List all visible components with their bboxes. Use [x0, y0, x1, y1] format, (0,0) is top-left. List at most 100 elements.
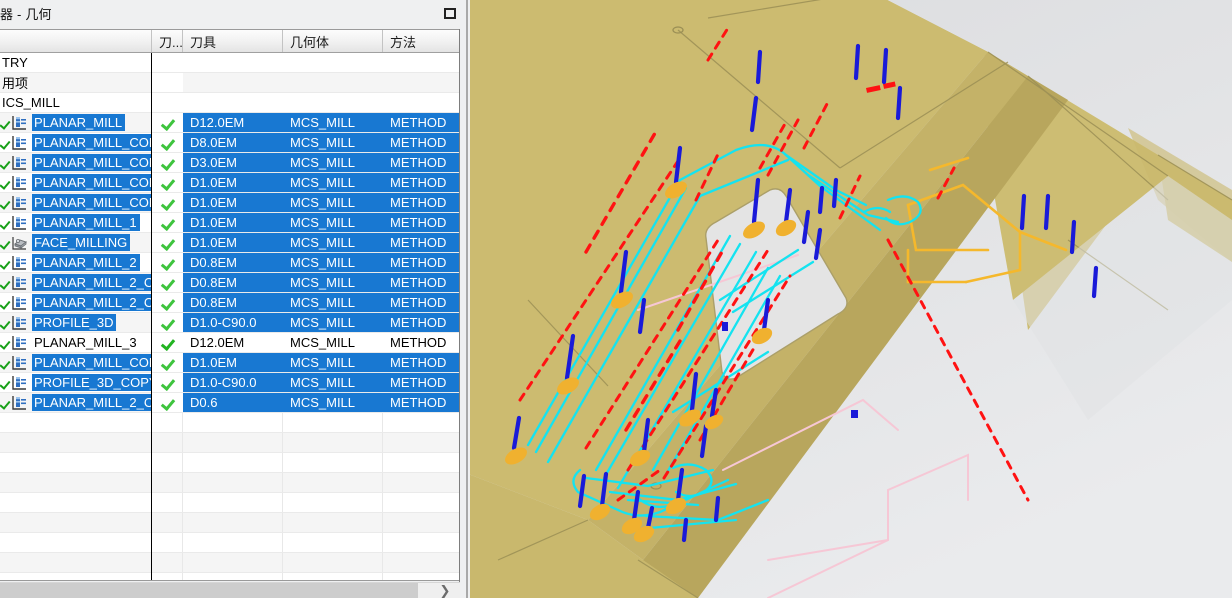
cell-name[interactable]: PLANAR_MILL_1: [0, 213, 152, 232]
table-row[interactable]: PLANAR_MILL_2 D0.8EM MCS_MILL METHOD: [0, 253, 460, 273]
cell-geometry[interactable]: MCS_MILL: [283, 293, 383, 312]
column-header-name[interactable]: [0, 30, 152, 52]
table-row[interactable]: PLANAR_MILL_2_C... D0.8EM MCS_MILL METHOD: [0, 293, 460, 313]
cell-tool[interactable]: D1.0EM: [183, 173, 283, 192]
cell-geometry[interactable]: MCS_MILL: [283, 393, 383, 412]
cell-geometry[interactable]: MCS_MILL: [283, 213, 383, 232]
cell-tool-check[interactable]: [152, 213, 183, 232]
cell-geometry[interactable]: MCS_MILL: [283, 153, 383, 172]
table-row-empty[interactable]: [0, 453, 460, 473]
cell-method[interactable]: METHOD: [383, 313, 460, 332]
cell-tool[interactable]: D0.8EM: [183, 273, 283, 292]
cell-tool[interactable]: [183, 53, 283, 72]
table-body[interactable]: TRY 用项 ICS_MILL PLANAR_MILL D12.0EM MCS_MILL M…: [0, 53, 460, 580]
cell-name[interactable]: PLANAR_MILL_COPY: [0, 133, 152, 152]
cell-tool[interactable]: D8.0EM: [183, 133, 283, 152]
cell-tool[interactable]: D1.0EM: [183, 193, 283, 212]
cell-name[interactable]: 用项: [0, 73, 152, 92]
cell-tool[interactable]: D1.0-C90.0: [183, 373, 283, 392]
cell-tool[interactable]: D0.8EM: [183, 293, 283, 312]
table-row[interactable]: PROFILE_3D_COPY D1.0-C90.0 MCS_MILL METHOD: [0, 373, 460, 393]
cell-geometry[interactable]: MCS_MILL: [283, 193, 383, 212]
table-row[interactable]: PLANAR_MILL_COP... D3.0EMMCS_MILLMETHOD: [0, 153, 460, 173]
cell-tool-check[interactable]: [152, 253, 183, 272]
table-row[interactable]: FACE_MILLING D1.0EM MCS_MILL METHOD: [0, 233, 460, 253]
cell-name[interactable]: PROFILE_3D_COPY: [0, 373, 152, 392]
column-header-geometry[interactable]: 几何体: [283, 30, 383, 52]
table-row[interactable]: PLANAR_MILL_2_C... D0.8EM MCS_MILL METHOD: [0, 273, 460, 293]
cell-name[interactable]: PLANAR_MILL_2_C...: [0, 393, 152, 412]
table-row[interactable]: PLANAR_MILL_1 D1.0EM MCS_MILL METHOD: [0, 213, 460, 233]
cell-method[interactable]: METHOD: [383, 213, 460, 232]
cell-geometry[interactable]: MCS_MILL: [283, 333, 383, 352]
table-row-empty[interactable]: [0, 573, 460, 580]
3d-toolpath-viewport[interactable]: [468, 0, 1232, 598]
cell-method[interactable]: METHOD: [383, 273, 460, 292]
table-row-empty[interactable]: [0, 533, 460, 553]
cell-method[interactable]: METHOD: [383, 233, 460, 252]
column-header-tool[interactable]: 刀具: [183, 30, 283, 52]
cell-name[interactable]: TRY: [0, 53, 152, 72]
cell-tool[interactable]: [183, 93, 283, 112]
cell-name[interactable]: PLANAR_MILL_2_C...: [0, 293, 152, 312]
cell-tool-check[interactable]: [152, 313, 183, 332]
cell-tool[interactable]: D1.0EM: [183, 353, 283, 372]
cell-tool[interactable]: D3.0EM: [183, 153, 283, 172]
cell-tool-check[interactable]: [152, 293, 183, 312]
cell-method[interactable]: METHOD: [383, 153, 460, 172]
cell-method[interactable]: METHOD: [383, 393, 460, 412]
maximize-square-icon[interactable]: [440, 4, 459, 23]
column-header-method[interactable]: 方法: [383, 30, 460, 52]
cell-method[interactable]: METHOD: [383, 133, 460, 152]
table-row[interactable]: PLANAR_MILL_COP... D1.0EMMCS_MILLMETHOD: [0, 173, 460, 193]
horizontal-scrollbar[interactable]: ❯: [0, 582, 460, 598]
cell-method[interactable]: METHOD: [383, 293, 460, 312]
operation-navigator-table[interactable]: 刀... 刀具 几何体 方法 TRY 用项 ICS_MILL PLANAR_MILL D12.…: [0, 29, 460, 581]
cell-tool[interactable]: D12.0EM: [183, 333, 283, 352]
cell-tool-check[interactable]: [152, 273, 183, 292]
cell-tool[interactable]: D1.0-C90.0: [183, 313, 283, 332]
table-row[interactable]: PLANAR_MILL D12.0EM MCS_MILL METHOD: [0, 113, 460, 133]
cell-name[interactable]: PLANAR_MILL_COP...: [0, 153, 152, 172]
table-row[interactable]: PLANAR_MILL_COP... D1.0EMMCS_MILLMETHOD: [0, 193, 460, 213]
cell-tool-check[interactable]: [152, 53, 183, 72]
cell-geometry[interactable]: MCS_MILL: [283, 173, 383, 192]
cell-geometry[interactable]: MCS_MILL: [283, 353, 383, 372]
cell-geometry[interactable]: [283, 93, 383, 112]
cell-method[interactable]: METHOD: [383, 333, 460, 352]
cell-tool-check[interactable]: [152, 173, 183, 192]
cell-geometry[interactable]: MCS_MILL: [283, 233, 383, 252]
cell-tool-check[interactable]: [152, 73, 183, 92]
table-row[interactable]: PLANAR_MILL_COP... D1.0EMMCS_MILLMETHOD: [0, 353, 460, 373]
column-header-check[interactable]: 刀...: [152, 30, 183, 52]
table-row[interactable]: PLANAR_MILL_COPY D8.0EMMCS_MILLMETHOD: [0, 133, 460, 153]
table-row-empty[interactable]: [0, 473, 460, 493]
cell-name[interactable]: PLANAR_MILL_2: [0, 253, 152, 272]
cell-name[interactable]: PLANAR_MILL_COP...: [0, 173, 152, 192]
cell-geometry[interactable]: MCS_MILL: [283, 253, 383, 272]
cell-tool-check[interactable]: [152, 113, 183, 132]
cell-method[interactable]: METHOD: [383, 353, 460, 372]
cell-name[interactable]: PLANAR_MILL_3: [0, 333, 152, 352]
cell-tool[interactable]: D1.0EM: [183, 233, 283, 252]
cell-name[interactable]: FACE_MILLING: [0, 233, 152, 252]
cell-tool-check[interactable]: [152, 393, 183, 412]
cell-method[interactable]: [383, 53, 460, 72]
scroll-right-arrow-icon[interactable]: ❯: [434, 583, 456, 598]
scrollbar-thumb[interactable]: [0, 583, 418, 598]
cell-tool-check[interactable]: [152, 193, 183, 212]
table-row-empty[interactable]: [0, 413, 460, 433]
cell-tool-check[interactable]: [152, 93, 183, 112]
cell-method[interactable]: METHOD: [383, 113, 460, 132]
cell-tool[interactable]: D1.0EM: [183, 213, 283, 232]
cell-method[interactable]: [383, 73, 460, 92]
table-row-empty[interactable]: [0, 433, 460, 453]
cell-name[interactable]: PLANAR_MILL_COP...: [0, 193, 152, 212]
cell-geometry[interactable]: [283, 73, 383, 92]
cell-geometry[interactable]: [283, 53, 383, 72]
cell-name[interactable]: PLANAR_MILL_COP...: [0, 353, 152, 372]
cell-method[interactable]: METHOD: [383, 373, 460, 392]
table-row[interactable]: PROFILE_3D D1.0-C90.0 MCS_MILL METHOD: [0, 313, 460, 333]
cell-method[interactable]: METHOD: [383, 173, 460, 192]
cell-name[interactable]: PLANAR_MILL_2_C...: [0, 273, 152, 292]
